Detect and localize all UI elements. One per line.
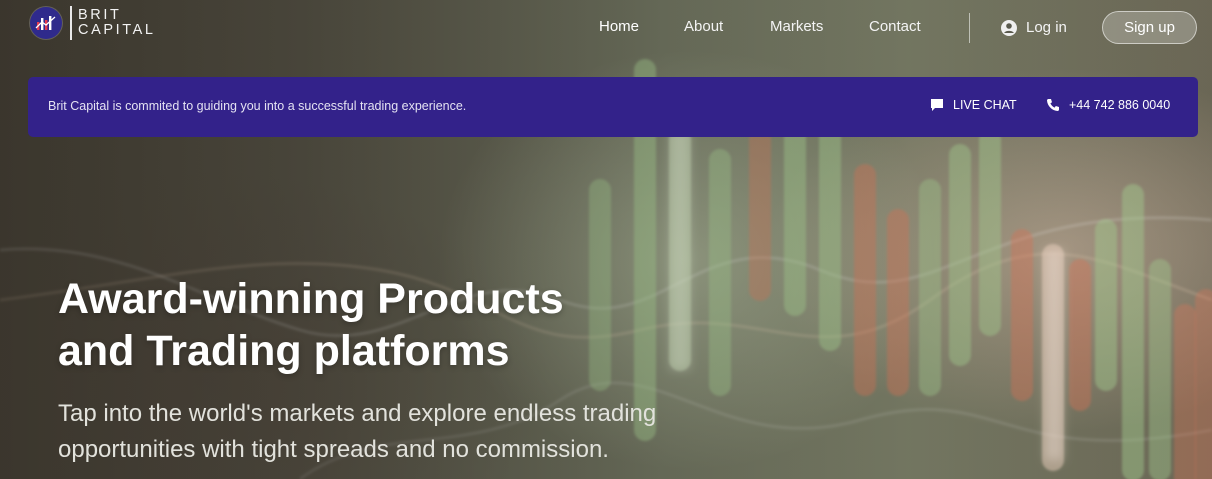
signup-button[interactable]: Sign up xyxy=(1102,11,1197,44)
hero-title: Award-winning Products and Trading platf… xyxy=(58,273,698,377)
login-label: Log in xyxy=(1026,19,1067,36)
nav-link-markets[interactable]: Markets xyxy=(770,18,823,35)
phone-number: +44 742 886 0040 xyxy=(1069,98,1171,112)
brand-name: BRIT CAPITAL xyxy=(78,8,156,38)
login-button[interactable]: Log in xyxy=(1001,19,1067,36)
user-circle-icon xyxy=(1001,19,1017,36)
brand-name-line2: CAPITAL xyxy=(78,22,156,38)
hero-subtitle-line2: opportunities with tight spreads and no … xyxy=(58,436,609,463)
brand-name-line1: BRIT xyxy=(78,7,122,23)
hero-subtitle: Tap into the world's markets and explore… xyxy=(58,396,698,468)
phone-icon xyxy=(1047,99,1059,111)
nav-divider xyxy=(969,13,970,43)
phone-link[interactable]: +44 742 886 0040 xyxy=(1046,98,1170,112)
hero-subtitle-line1: Tap into the world's markets and explore… xyxy=(58,400,657,427)
nav-link-home[interactable]: Home xyxy=(599,18,639,35)
nav-link-about[interactable]: About xyxy=(684,18,723,35)
announcement-message: Brit Capital is commited to guiding you … xyxy=(48,99,467,113)
nav-link-contact[interactable]: Contact xyxy=(869,18,921,35)
chat-bubble-icon xyxy=(931,99,943,111)
live-chat-label: LIVE CHAT xyxy=(953,98,1017,112)
logo-divider xyxy=(70,6,72,40)
live-chat-button[interactable]: LIVE CHAT xyxy=(930,98,1017,112)
brand-logo[interactable]: BRIT CAPITAL xyxy=(30,6,156,40)
site-header: BRIT CAPITAL Home About Markets Contact … xyxy=(0,0,1212,56)
announcement-bar: Brit Capital is commited to guiding you … xyxy=(28,77,1198,137)
hero-title-line2: and Trading platforms xyxy=(58,327,510,375)
hero-title-line1: Award-winning Products xyxy=(58,275,564,323)
chart-bars-icon xyxy=(30,7,62,39)
